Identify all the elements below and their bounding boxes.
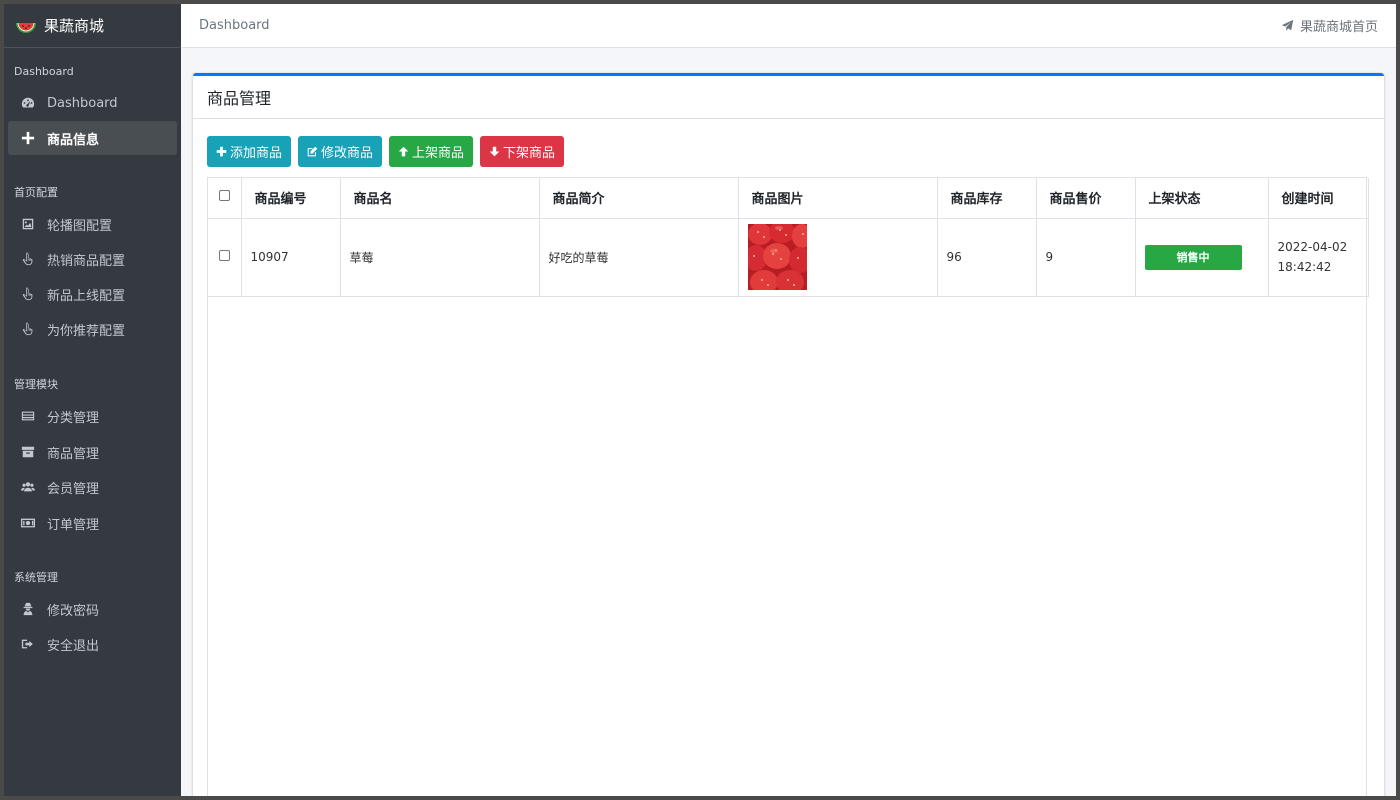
sidebar: 果蔬商城 Dashboard Dashboard 商品信息 首页配置 轮播图配置 <box>4 4 181 796</box>
cell-name: 草莓 <box>340 218 540 297</box>
column-header-name[interactable]: 商品名 <box>340 178 540 219</box>
sign-out-icon <box>20 636 36 652</box>
sidebar-item-label: 订单管理 <box>47 517 100 533</box>
sidebar-item-product-info[interactable]: 商品信息 <box>8 121 177 155</box>
sidebar-item-product-manage[interactable]: 商品管理 <box>8 435 177 469</box>
sidebar-item-orders[interactable]: 订单管理 <box>8 506 177 540</box>
strawberry-product-image <box>747 224 807 290</box>
select-all-cell <box>208 178 242 219</box>
put-on-shelf-button[interactable]: 上架商品 <box>389 136 474 167</box>
hand-pointer-icon <box>20 321 36 337</box>
image-icon <box>20 216 36 232</box>
sidebar-item-category[interactable]: 分类管理 <box>8 399 177 433</box>
column-header-price[interactable]: 商品售价 <box>1036 178 1136 219</box>
sidebar-item-label: 新品上线配置 <box>47 288 126 304</box>
sidebar-item-label: 分类管理 <box>47 410 100 426</box>
archive-icon <box>20 444 36 460</box>
sidebar-item-recommend-config[interactable]: 为你推荐配置 <box>8 312 177 346</box>
sidebar-item-label: 轮播图配置 <box>47 218 113 234</box>
list-icon <box>20 408 36 424</box>
sidebar-item-label: Dashboard <box>47 95 118 111</box>
sidebar-item-hot-config[interactable]: 热销商品配置 <box>8 242 177 276</box>
sidebar-item-label: 会员管理 <box>47 481 100 497</box>
cell-intro: 好吃的草莓 <box>539 218 739 297</box>
product-management-card: 商品管理 添加商品 修改商品 上架商品 下架商品 商品编号 商品名 商品简介 商… <box>193 73 1384 796</box>
column-header-image[interactable]: 商品图片 <box>738 178 938 219</box>
button-label: 下架商品 <box>503 146 556 161</box>
take-off-shelf-button[interactable]: 下架商品 <box>480 136 565 167</box>
user-secret-icon <box>20 601 36 617</box>
sidebar-item-logout[interactable]: 安全退出 <box>8 627 177 661</box>
cell-created: 2022-04-02 18:42:42 <box>1268 218 1369 297</box>
nav-header-management: 管理模块 <box>14 378 58 391</box>
dashboard-icon <box>20 95 36 111</box>
row-checkbox[interactable] <box>218 250 230 261</box>
cell-image <box>738 218 938 297</box>
button-label: 上架商品 <box>412 146 465 161</box>
sidebar-item-members[interactable]: 会员管理 <box>8 470 177 504</box>
table-header-row: 商品编号 商品名 商品简介 商品图片 商品库存 商品售价 上架状态 创建时间 <box>208 178 1369 219</box>
edit-product-button[interactable]: 修改商品 <box>298 136 383 167</box>
cell-id: 10907 <box>241 218 341 297</box>
edit-icon <box>307 146 318 157</box>
add-product-button[interactable]: 添加商品 <box>207 136 292 167</box>
status-badge: 销售中 <box>1144 244 1242 270</box>
product-table-container: 商品编号 商品名 商品简介 商品图片 商品库存 商品售价 上架状态 创建时间 1… <box>207 177 1369 796</box>
plus-icon <box>20 130 36 146</box>
sidebar-item-carousel-config[interactable]: 轮播图配置 <box>8 207 177 241</box>
sidebar-item-label: 为你推荐配置 <box>47 323 126 339</box>
store-home-label: 果蔬商城首页 <box>1299 20 1378 35</box>
users-icon <box>20 479 36 495</box>
toolbar: 添加商品 修改商品 上架商品 下架商品 <box>207 136 565 167</box>
sidebar-item-label: 修改密码 <box>47 603 100 619</box>
column-header-intro[interactable]: 商品简介 <box>539 178 739 219</box>
watermelon-logo-icon <box>16 22 36 33</box>
column-header-id[interactable]: 商品编号 <box>241 178 341 219</box>
paper-plane-icon <box>1281 19 1294 31</box>
top-navbar: Dashboard 果蔬商城首页 <box>181 4 1396 48</box>
sidebar-item-label: 商品管理 <box>47 446 100 462</box>
hand-pointer-icon <box>20 251 36 267</box>
app-window: 果蔬商城 Dashboard Dashboard 商品信息 首页配置 轮播图配置 <box>4 4 1396 796</box>
money-icon <box>20 515 36 531</box>
card-title: 商品管理 <box>193 76 1384 119</box>
button-label: 修改商品 <box>321 146 374 161</box>
column-header-status[interactable]: 上架状态 <box>1135 178 1269 219</box>
nav-header-home-config: 首页配置 <box>14 186 58 199</box>
store-home-link[interactable]: 果蔬商城首页 <box>1281 16 1378 35</box>
table-row[interactable]: 10907 草莓 好吃的草莓 96 9 销售中 2022-04-02 18:42… <box>208 218 1369 297</box>
product-table: 商品编号 商品名 商品简介 商品图片 商品库存 商品售价 上架状态 创建时间 1… <box>208 178 1369 297</box>
cell-status: 销售中 <box>1135 218 1269 297</box>
column-header-created[interactable]: 创建时间 <box>1268 178 1369 219</box>
plus-icon <box>216 146 227 157</box>
sidebar-item-label: 热销商品配置 <box>47 253 126 269</box>
breadcrumb[interactable]: Dashboard <box>199 18 270 33</box>
row-select-cell <box>208 218 242 297</box>
sidebar-item-new-config[interactable]: 新品上线配置 <box>8 277 177 311</box>
sidebar-item-change-password[interactable]: 修改密码 <box>8 592 177 626</box>
brand-name: 果蔬商城 <box>44 17 105 35</box>
cell-price: 9 <box>1036 218 1136 297</box>
sidebar-item-label: 安全退出 <box>47 638 100 654</box>
created-time: 18:42:42 <box>1277 260 1332 274</box>
select-all-checkbox[interactable] <box>218 190 230 202</box>
hand-pointer-icon <box>20 286 36 302</box>
button-label: 添加商品 <box>230 146 283 161</box>
created-date: 2022-04-02 <box>1277 240 1348 254</box>
arrow-down-icon <box>489 146 500 157</box>
cell-stock: 96 <box>937 218 1037 297</box>
nav-header-system: 系统管理 <box>14 571 58 584</box>
brand-link[interactable]: 果蔬商城 <box>4 4 181 48</box>
nav-header-dashboard: Dashboard <box>14 65 74 78</box>
sidebar-item-dashboard[interactable]: Dashboard <box>8 86 177 120</box>
sidebar-item-label: 商品信息 <box>47 132 100 148</box>
column-header-stock[interactable]: 商品库存 <box>937 178 1037 219</box>
arrow-up-icon <box>398 146 409 157</box>
